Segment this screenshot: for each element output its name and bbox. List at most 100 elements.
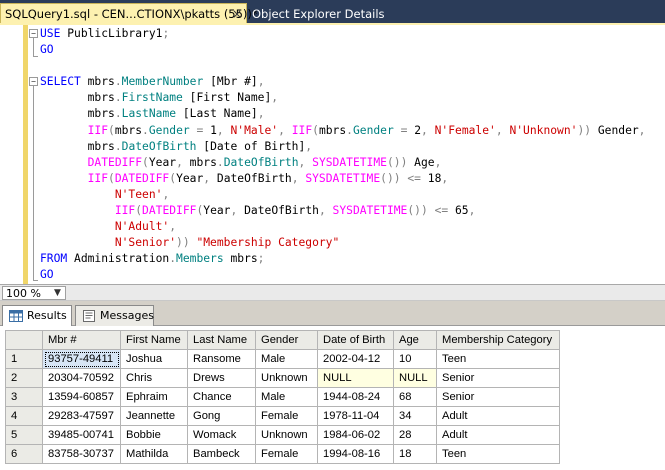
code-line[interactable]: N'Senior')) "Membership Category" [40,235,645,251]
code-line[interactable]: USE PublicLibrary1; [40,26,645,42]
row-number-cell[interactable]: 1 [5,349,43,369]
table-cell[interactable]: Male [255,387,318,407]
code-line[interactable]: FROM Administration.Members mbrs; [40,251,645,267]
table-cell[interactable]: 93757-49411 [42,349,121,369]
table-cell[interactable]: Teen [436,349,560,369]
zoom-dropdown[interactable]: 100 % ▼ [2,286,66,300]
row-number-cell[interactable]: 5 [5,425,43,445]
column-header[interactable]: First Name [120,330,188,350]
code-line[interactable]: IIF(mbrs.Gender = 1, N'Male', IIF(mbrs.G… [40,123,646,139]
tab-results[interactable]: Results [2,305,72,326]
table-cell[interactable]: Jeannette [120,406,188,426]
row-number-cell[interactable]: 4 [5,406,43,426]
table-cell[interactable]: 83758-30737 [42,444,121,464]
table-cell[interactable]: Female [255,406,318,426]
collapse-icon[interactable]: − [29,29,38,38]
table-cell[interactable]: Chris [120,368,188,388]
table-cell[interactable]: Unknown [255,425,318,445]
code-line[interactable]: IIF(DATEDIFF(Year, DateOfBirth, SYSDATET… [40,203,645,219]
column-header[interactable]: Gender [255,330,318,350]
results-grid[interactable]: Mbr # First Name Last Name Gender Date o… [5,330,560,464]
table-cell[interactable]: 18 [393,444,437,464]
table-cell[interactable]: 28 [393,425,437,445]
table-row[interactable]: 3 13594-60857 Ephraim Chance Male 1944-08-24 6… [5,387,560,407]
table-cell[interactable]: Joshua [120,349,188,369]
table-cell[interactable]: 13594-60857 [42,387,121,407]
table-cell[interactable]: 1978-11-04 [317,406,394,426]
code-line[interactable]: GO [40,42,645,58]
table-cell[interactable]: Teen [436,444,560,464]
row-number-cell[interactable]: 6 [5,444,43,464]
code-line[interactable]: mbrs.DateOfBirth [Date of Birth], [40,139,645,155]
tab-sqlquery1[interactable]: SQLQuery1.sql - CEN...CTIONX\pkatts (55)… [0,3,258,24]
collapse-icon[interactable]: − [29,77,38,86]
table-cell[interactable]: Senior [436,368,560,388]
table-row[interactable]: 5 39485-00741 Bobbie Womack Unknown 1984-06-0… [5,425,560,445]
column-header[interactable]: Age [393,330,437,350]
table-cell[interactable]: Ransome [187,349,256,369]
table-cell[interactable]: 34 [393,406,437,426]
code-token: mbrs [87,75,115,89]
chevron-down-icon[interactable]: ▼ [54,287,61,300]
code-token: N'Male' [230,123,279,137]
table-cell[interactable]: Womack [187,425,256,445]
code-line[interactable] [40,58,645,74]
table-cell[interactable]: Senior [436,387,560,407]
code-line[interactable]: N'Adult', [40,219,645,235]
table-cell[interactable]: Mathilda [120,444,188,464]
table-cell[interactable]: 1944-08-24 [317,387,394,407]
table-cell[interactable]: Female [255,444,318,464]
code-token: GO [40,268,54,282]
close-icon[interactable]: × [232,7,242,21]
row-number-cell[interactable]: 2 [5,368,43,388]
table-row[interactable]: 2 20304-70592 Chris Drews Unknown NULL NULL Sen… [5,368,560,388]
column-header[interactable]: Date of Birth [317,330,394,350]
horizontal-scrollbar[interactable] [68,287,665,299]
table-cell[interactable]: 68 [393,387,437,407]
table-cell[interactable]: Bambeck [187,444,256,464]
table-cell[interactable]: 2002-04-12 [317,349,394,369]
table-cell[interactable]: Chance [187,387,256,407]
table-cell[interactable]: 39485-00741 [42,425,121,445]
table-row[interactable]: 6 83758-30737 Mathilda Bambeck Female 1994-08… [5,444,560,464]
table-cell[interactable]: 1994-08-16 [317,444,394,464]
code-token: USE [40,27,68,40]
code-token: DATEDIFF [114,171,170,185]
table-cell[interactable]: Adult [436,406,560,426]
code-token: , [271,91,279,105]
column-header[interactable]: Last Name [187,330,256,350]
code-line[interactable]: DATEDIFF(Year, mbrs.DateOfBirth, SYSDATE… [40,155,645,171]
table-row[interactable]: 1 93757-49411 Joshua Ransome Male 2002-04-12 1… [5,349,560,369]
code-line[interactable]: mbrs.LastName [Last Name], [40,106,645,122]
code-token: MemberNumber [121,75,204,89]
code-line[interactable]: N'Teen', [40,187,645,203]
query-editor[interactable]: − − USE PublicLibrary1; GO SELECT mbrs.Me… [0,25,665,284]
table-cell[interactable]: Drews [187,368,256,388]
column-header[interactable]: Membership Category [436,330,560,350]
tab-messages[interactable]: Messages [75,305,154,326]
table-cell[interactable]: Adult [436,425,560,445]
column-header[interactable] [5,330,43,350]
table-cell[interactable]: 10 [393,349,437,369]
table-cell[interactable]: Gong [187,406,256,426]
column-header[interactable]: Mbr # [42,330,121,350]
code-line[interactable]: mbrs.FirstName [First Name], [40,90,645,106]
table-cell[interactable]: NULL [393,368,437,388]
code-line[interactable]: GO [40,267,645,283]
table-cell[interactable]: 29283-47597 [42,406,121,426]
row-number-cell[interactable]: 3 [5,387,43,407]
tab-object-explorer-details[interactable]: Object Explorer Details [252,4,385,24]
code-token: )) [176,236,190,250]
code-line[interactable]: IIF(DATEDIFF(Year, DateOfBirth, SYSDATET… [40,171,645,187]
table-row[interactable]: 4 29283-47597 Jeannette Gong Female 1978-11-0… [5,406,560,426]
table-cell[interactable]: 20304-70592 [42,368,121,388]
table-cell[interactable]: Ephraim [120,387,188,407]
table-cell[interactable]: Unknown [255,368,318,388]
table-cell[interactable]: NULL [317,368,394,388]
table-cell[interactable]: Male [255,349,318,369]
table-cell[interactable]: 1984-06-02 [317,425,394,445]
table-cell[interactable]: Bobbie [120,425,188,445]
code-line[interactable]: SELECT mbrs.MemberNumber [Mbr #], [40,74,645,90]
sql-code[interactable]: USE PublicLibrary1; GO SELECT mbrs.Member… [40,26,645,284]
